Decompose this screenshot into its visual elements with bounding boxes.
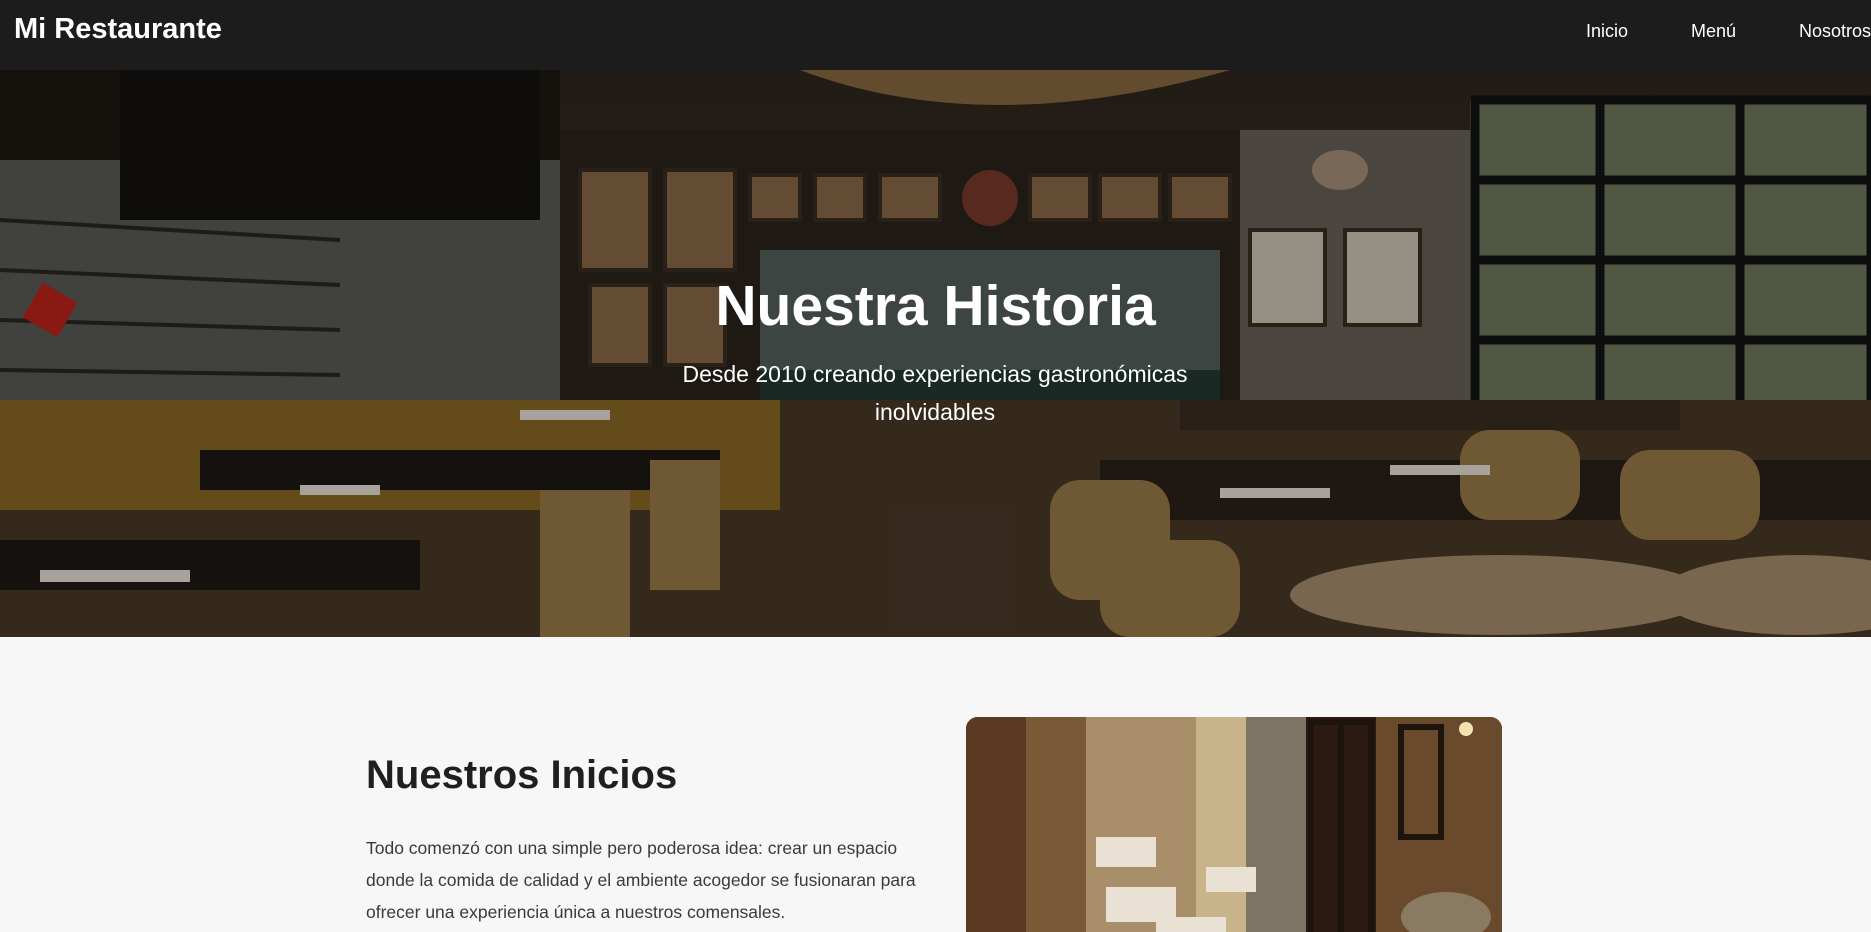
nav-link-menu[interactable]: Menú	[1691, 21, 1736, 42]
restaurant-dining-room-image	[966, 717, 1502, 932]
story-image	[966, 717, 1502, 932]
brand-logo-text[interactable]: Mi Restaurante	[14, 13, 222, 46]
hero-banner: Nuestra Historia Desde 2010 creando expe…	[0, 70, 1871, 637]
nav-link-nosotros[interactable]: Nosotros	[1799, 21, 1871, 42]
navbar: Mi Restaurante Inicio Menú Nosotros	[0, 0, 1871, 70]
hero-subtitle: Desde 2010 creando experiencias gastronó…	[682, 361, 1188, 425]
hero-title: Nuestra Historia	[715, 274, 1156, 338]
nav-link-inicio[interactable]: Inicio	[1586, 21, 1628, 42]
story-heading: Nuestros Inicios	[366, 753, 678, 797]
story-paragraph: Todo comenzó con una simple pero poderos…	[366, 838, 916, 922]
hero-dark-overlay	[0, 70, 1871, 637]
